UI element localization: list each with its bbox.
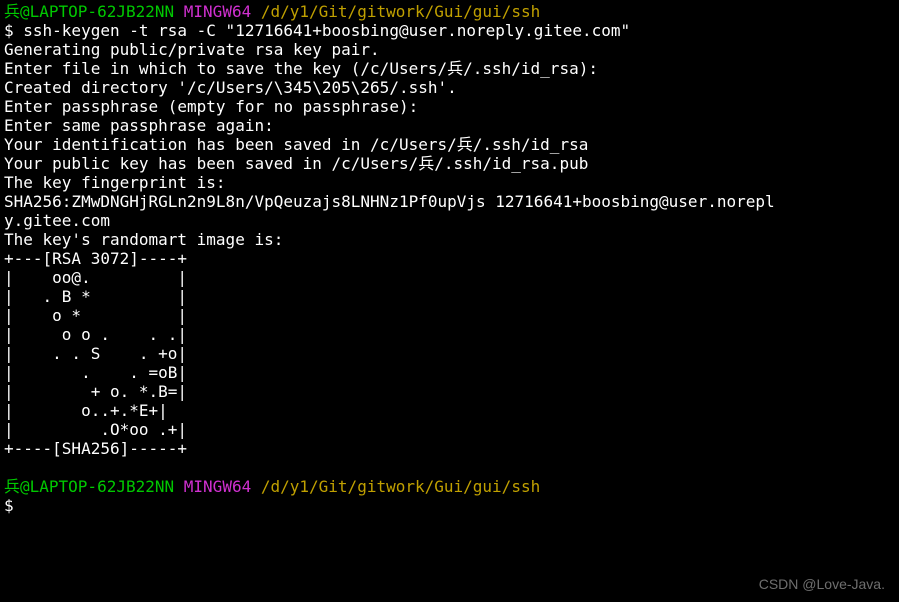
output-line: Enter file in which to save the key (/c/… [4, 59, 598, 78]
terminal-output[interactable]: 兵@LAPTOP-62JB22NN MINGW64 /d/y1/Git/gitw… [0, 0, 899, 515]
ps1-cwd: /d/y1/Git/gitwork/Gui/gui/ssh [261, 2, 540, 21]
randomart-line: | + o. *.B=| [4, 382, 187, 401]
command-line[interactable]: ssh-keygen -t rsa -C "12716641+boosbing@… [23, 21, 630, 40]
randomart-line: | . . S . +o| [4, 344, 187, 363]
randomart-line: | . . =oB| [4, 363, 187, 382]
output-line: Enter passphrase (empty for no passphras… [4, 97, 418, 116]
output-line: Enter same passphrase again: [4, 116, 274, 135]
output-line: Your public key has been saved in /c/Use… [4, 154, 588, 173]
output-line: Created directory '/c/Users/\345\205\265… [4, 78, 457, 97]
ps1-user-host: 兵@LAPTOP-62JB22NN [4, 2, 174, 21]
ps2-user-host: 兵@LAPTOP-62JB22NN [4, 477, 174, 496]
randomart-line: | o o . . .| [4, 325, 187, 344]
randomart-line: | o * | [4, 306, 187, 325]
randomart-line: | o..+.*E+| [4, 401, 168, 420]
randomart-line: | . B * | [4, 287, 187, 306]
output-line: Generating public/private rsa key pair. [4, 40, 380, 59]
randomart-line: +----[SHA256]-----+ [4, 439, 187, 458]
ps1-env: MINGW64 [184, 2, 251, 21]
ps2-sigil: $ [4, 496, 14, 515]
randomart-line: | oo@. | [4, 268, 187, 287]
ps1-sigil: $ [4, 21, 23, 40]
output-line: The key fingerprint is: [4, 173, 226, 192]
output-line: SHA256:ZMwDNGHjRGLn2n9L8n/VpQeuzajs8LNHN… [4, 192, 775, 211]
ps2-env: MINGW64 [184, 477, 251, 496]
ps2-cwd: /d/y1/Git/gitwork/Gui/gui/ssh [261, 477, 540, 496]
watermark-text: CSDN @Love-Java. [759, 575, 885, 594]
randomart-line: +---[RSA 3072]----+ [4, 249, 187, 268]
randomart-line: | .O*oo .+| [4, 420, 187, 439]
output-line: y.gitee.com [4, 211, 110, 230]
output-line: Your identification has been saved in /c… [4, 135, 588, 154]
output-line: The key's randomart image is: [4, 230, 283, 249]
